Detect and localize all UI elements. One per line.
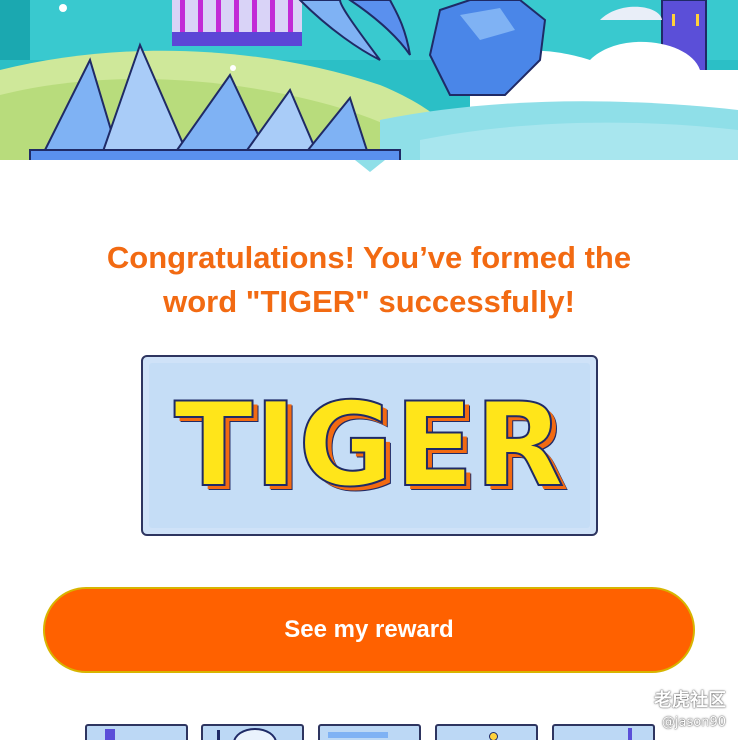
watermark-username: @jason90 — [661, 715, 726, 730]
watermark: 老虎社区 @jason90 — [626, 686, 726, 730]
card-illustration-icon — [233, 728, 277, 740]
card-illustration-icon — [105, 729, 115, 740]
card-illustration-icon — [217, 730, 220, 740]
formed-word-card-inner: TIGER — [149, 363, 590, 528]
collected-card-2[interactable] — [201, 724, 304, 740]
formed-word-card: TIGER — [141, 355, 598, 536]
formed-word: TIGER — [173, 378, 566, 513]
see-my-reward-button[interactable]: See my reward — [43, 587, 695, 673]
collected-card-4[interactable] — [435, 724, 538, 740]
card-illustration-icon — [489, 732, 498, 740]
watermark-site-name: 老虎社区 — [654, 690, 726, 711]
card-illustration-icon — [328, 732, 388, 738]
tiger-community-logo-icon — [627, 689, 647, 709]
city-landmarks-illustration — [0, 0, 738, 175]
collected-card-1[interactable] — [85, 724, 188, 740]
collected-card-3[interactable] — [318, 724, 421, 740]
congratulations-line-1: Congratulations! You’ve formed the — [106, 240, 632, 275]
congratulations-message: Congratulations! You’ve formed the word … — [40, 236, 698, 324]
see-my-reward-button-label: See my reward — [284, 616, 454, 643]
congratulations-line-2: word "TIGER" successfully! — [163, 284, 575, 319]
header-illustration — [0, 0, 738, 175]
reward-page: Congratulations! You’ve formed the word … — [0, 0, 738, 740]
